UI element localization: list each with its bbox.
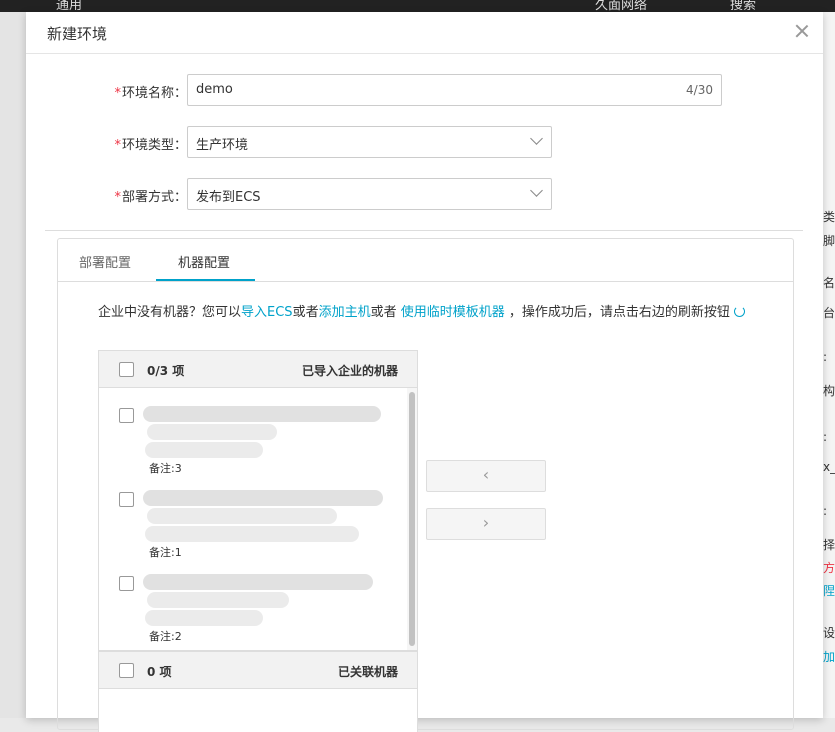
- use-temp-template-link[interactable]: 使用临时模板机器: [401, 305, 505, 320]
- machine-item[interactable]: 备注:3: [99, 400, 405, 480]
- tab-deploy-config[interactable]: 部署配置: [79, 252, 131, 271]
- machine-remark: 备注:2: [149, 630, 182, 643]
- linked-machines-list: 0 项 已关联机器: [98, 651, 418, 732]
- background-fragment: 脚本: [823, 234, 835, 248]
- linked-list-title: 已关联机器: [337, 665, 398, 679]
- background-fragment: 加: [823, 650, 835, 664]
- dialog-header: 新建环境: [26, 12, 823, 54]
- scrollbar-thumb[interactable]: [409, 392, 415, 646]
- masked-machine-info: [145, 526, 359, 542]
- imported-list-title: 已导入企业的机器: [301, 364, 398, 378]
- chevron-down-icon: [530, 184, 543, 197]
- masked-machine-info: [147, 508, 337, 524]
- linked-list-header: 0 项 已关联机器: [99, 652, 417, 689]
- machine-item[interactable]: 备注:1: [99, 484, 405, 564]
- select-all-linked-checkbox[interactable]: [119, 663, 134, 678]
- deploy-method-value: 发布到ECS: [196, 190, 261, 205]
- machine-remark: 备注:3: [149, 462, 182, 475]
- config-tabs: 部署配置 机器配置: [58, 239, 793, 282]
- machine-item[interactable]: 备注:2: [99, 568, 405, 648]
- imported-list-header: 0/3 项 已导入企业的机器: [99, 351, 417, 388]
- masked-machine-info: [143, 574, 373, 590]
- masked-machine-info: [145, 442, 263, 458]
- required-mark: *: [114, 190, 121, 205]
- form-divider: [45, 230, 803, 231]
- dialog-title: 新建环境: [47, 25, 108, 43]
- machine-checkbox[interactable]: [119, 576, 134, 591]
- background-fragment: 名: [823, 276, 835, 290]
- add-host-link[interactable]: 添加主机: [319, 305, 371, 320]
- move-left-button[interactable]: ‹: [426, 460, 546, 492]
- required-mark: *: [114, 138, 121, 153]
- background-fragment: 方: [823, 561, 835, 575]
- background-fragment: 设置: [823, 626, 835, 640]
- background-left-area: [0, 12, 26, 718]
- imported-machines-list: 0/3 项 已导入企业的机器 备注:3 备注:1 备注:2: [98, 350, 418, 651]
- masked-machine-info: [143, 490, 383, 506]
- hint-text: 企业中没有机器？您可以: [98, 305, 242, 320]
- linked-selected-count: 0 项: [147, 665, 172, 679]
- form-row-deploy-method: *部署方式： 发布到ECS: [26, 178, 823, 210]
- hint-text: ，操作成功后，请点击右边的刷新按钮: [504, 305, 730, 320]
- deploy-method-label: *部署方式：: [114, 190, 187, 205]
- chevron-down-icon: [530, 132, 543, 145]
- hint-text: 或者: [292, 305, 319, 320]
- background-fragment: 陧: [823, 584, 835, 598]
- required-mark: *: [114, 86, 121, 101]
- form-row-environment-name: *环境名称： demo 4/30: [26, 74, 823, 106]
- imported-list-body: 备注:3 备注:1 备注:2: [99, 388, 417, 650]
- close-icon[interactable]: [795, 24, 809, 38]
- masked-machine-info: [147, 592, 289, 608]
- import-ecs-link[interactable]: 导入ECS: [241, 305, 293, 320]
- masked-machine-info: [143, 406, 381, 422]
- environment-name-value: demo: [196, 82, 233, 97]
- deploy-method-select[interactable]: 发布到ECS: [187, 178, 552, 210]
- imported-list-scrollbar[interactable]: [407, 388, 417, 650]
- select-all-imported-checkbox[interactable]: [119, 362, 134, 377]
- machine-checkbox[interactable]: [119, 492, 134, 507]
- background-fragment: :: [823, 350, 828, 364]
- environment-type-value: 生产环境: [196, 138, 249, 153]
- active-tab-indicator: [156, 279, 255, 281]
- background-fragment: 择: [823, 538, 835, 552]
- refresh-icon[interactable]: [733, 306, 745, 317]
- config-panel: 部署配置 机器配置 企业中没有机器？您可以导入ECS或者添加主机或者 使用临时模…: [57, 238, 794, 732]
- background-right-area: 类 脚本 名 台 : 构 : x_ : 择 方 陧 设置 加: [823, 12, 835, 718]
- environment-type-select[interactable]: 生产环境: [187, 126, 552, 158]
- background-fragment: :: [823, 504, 828, 518]
- character-count: 4/30: [686, 83, 713, 97]
- masked-machine-info: [145, 610, 263, 626]
- background-fragment: 类: [823, 210, 835, 224]
- masked-machine-info: [147, 424, 277, 440]
- form-row-environment-type: *环境类型： 生产环境: [26, 126, 823, 158]
- environment-type-label: *环境类型：: [114, 138, 187, 153]
- machine-checkbox[interactable]: [119, 408, 134, 423]
- background-fragment: :: [823, 430, 828, 444]
- imported-selected-count: 0/3 项: [147, 364, 185, 378]
- background-topbar: 通用 久面网络 搜索: [0, 0, 835, 13]
- background-fragment: 台: [823, 306, 835, 320]
- move-right-button[interactable]: ›: [426, 508, 546, 540]
- hint-text: 或者: [370, 305, 401, 320]
- tab-machine-config[interactable]: 机器配置: [178, 252, 230, 271]
- background-fragment: x_: [823, 460, 835, 474]
- environment-name-input[interactable]: demo 4/30: [187, 74, 722, 106]
- environment-name-label: *环境名称：: [114, 86, 187, 101]
- new-environment-dialog: 新建环境 *环境名称： demo 4/30 *环境类型： 生产环境 *部署方式：…: [26, 12, 823, 732]
- background-fragment: 构: [823, 384, 835, 398]
- no-machine-hint: 企业中没有机器？您可以导入ECS或者添加主机或者 使用临时模板机器 ，操作成功后…: [98, 302, 770, 324]
- machine-remark: 备注:1: [149, 546, 182, 559]
